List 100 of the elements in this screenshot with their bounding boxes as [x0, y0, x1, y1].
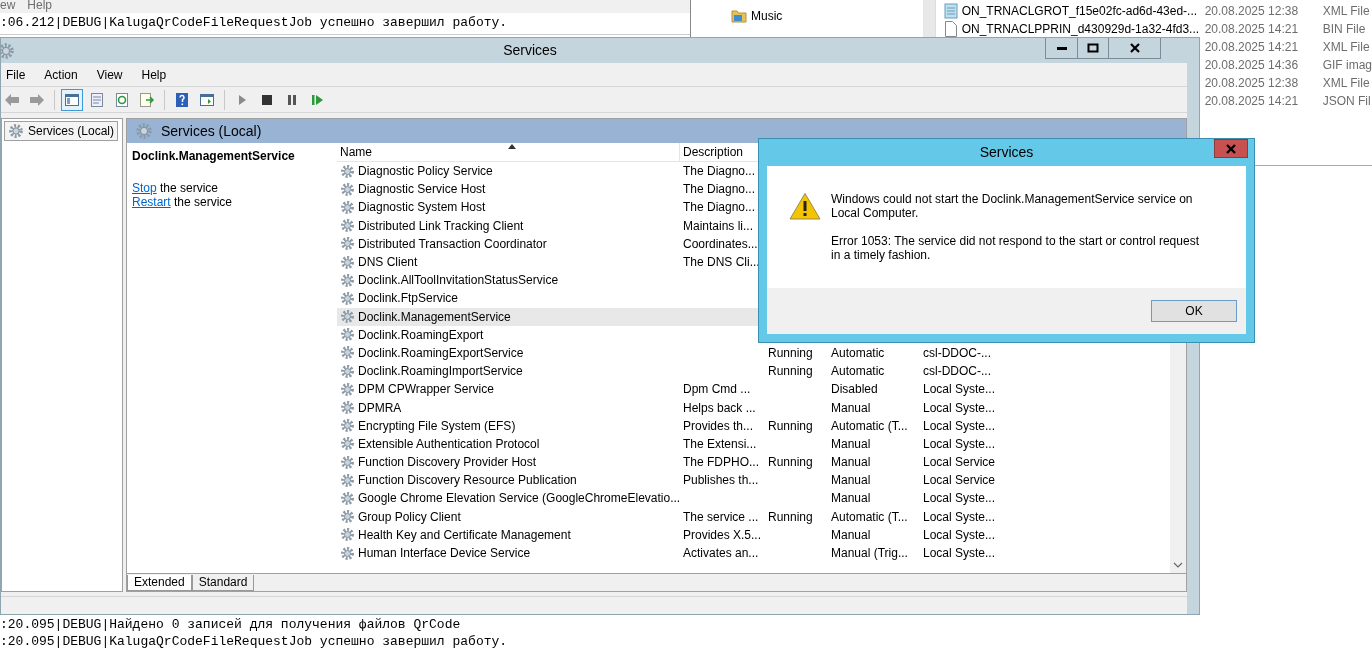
service-row[interactable]: Group Policy Client The service ... Running Automatic (T... Local Syste... [337, 507, 1169, 526]
service-name: Doclink.RoamingImportService [358, 363, 523, 381]
service-name: Group Policy Client [358, 508, 461, 526]
warning-icon [789, 192, 821, 220]
table-cell: Local Service [923, 473, 996, 488]
service-row[interactable]: Doclink.RoamingExport [337, 325, 1169, 344]
menu-item[interactable]: Help [136, 65, 175, 84]
file-date: 20.08.2025 14:21 [1204, 22, 1300, 36]
pane-icon [199, 91, 215, 108]
pane-button[interactable] [61, 88, 83, 111]
table-cell: The Diagno... [683, 182, 756, 197]
gear-icon [340, 272, 355, 288]
view-tab[interactable]: Extended [127, 575, 192, 591]
menu-item[interactable]: Help [27, 0, 53, 13]
table-cell: Dpm Cmd ... [683, 382, 751, 397]
file-date: 20.08.2025 14:36 [1204, 58, 1300, 72]
service-name: Diagnostic Policy Service [358, 163, 493, 181]
file-name[interactable]: ON_TRNACLPPRIN_d430929d-1a32-4fd3... [961, 22, 1200, 36]
gear-icon [340, 454, 355, 470]
gear-icon [340, 290, 355, 306]
action-link[interactable]: Restart [132, 195, 171, 209]
table-cell: Local Service [923, 455, 996, 470]
table-cell: Manual [831, 473, 871, 488]
table-cell: Automatic (T... [831, 418, 908, 433]
service-row[interactable]: Human Interface Device Service Activates an... Manual (Trig... Local Syste... [337, 543, 1169, 563]
menu-item[interactable]: Action [39, 65, 86, 84]
service-row[interactable]: Health Key and Certificate Management Provides X.5... Manual Local Syste... [337, 525, 1169, 544]
gear-icon [340, 199, 355, 215]
view-tab[interactable]: Standard [191, 575, 255, 591]
forward-arrow-icon [29, 91, 45, 108]
table-cell: Local Syste... [923, 527, 996, 542]
service-name: Doclink.FtpService [358, 290, 459, 308]
service-row[interactable]: Function Discovery Resource Publication Publishes th... Manual Local Service [337, 471, 1169, 490]
gear-icon [340, 472, 355, 488]
table-cell: Disabled [831, 382, 878, 397]
service-row[interactable]: Doclink.AllToolInvitationStatusService [337, 271, 1169, 290]
menu-item[interactable]: View [91, 65, 131, 84]
export-icon [139, 91, 155, 108]
gear-icon [340, 527, 355, 543]
menu-item[interactable]: ew [0, 0, 16, 13]
table-cell: Local Syste... [923, 491, 996, 506]
service-row[interactable]: Extensible Authentication Protocol The Extensi... Manual Local Syste... [337, 434, 1169, 453]
table-cell: The service ... [683, 509, 759, 524]
gear-icon [340, 163, 355, 179]
service-row[interactable]: Function Discovery Provider Host The FDPHO... Running Manual Local Service [337, 453, 1169, 472]
column-header[interactable]: Name [337, 143, 680, 162]
table-cell: Local Syste... [923, 400, 996, 415]
service-row[interactable]: Google Chrome Elevation Service (GoogleChromeElevatio... Manual Local Syste... [337, 489, 1169, 508]
tree-item[interactable]: Services (Local) [4, 121, 119, 141]
service-name: Distributed Transaction Coordinator [358, 235, 547, 253]
gear-icon [340, 345, 355, 361]
gear-icon [340, 254, 355, 270]
service-name: Extensible Authentication Protocol [358, 435, 540, 453]
table-cell: Running [768, 509, 813, 524]
file-date: 20.08.2025 12:38 [1204, 76, 1300, 90]
service-name: Doclink.ManagementService [358, 308, 511, 326]
service-row[interactable]: Doclink.RoamingImportService Running Automatic csl-DDOC-... [337, 362, 1169, 381]
minimize-icon [1056, 46, 1067, 50]
service-name: Doclink.RoamingExportService [358, 344, 524, 362]
gear-icon [340, 218, 355, 234]
help-icon [174, 91, 190, 108]
pane-icon [64, 91, 80, 108]
service-row[interactable]: Diagnostic Policy Service The Diagno... [337, 162, 1169, 181]
action-text: the service [159, 181, 219, 195]
service-row[interactable]: Encrypting File System (EFS) Provides th... Running Automatic (T... Local Syste... [337, 416, 1169, 435]
service-row[interactable]: Doclink.RoamingExportService Running Automatic csl-DDOC-... [337, 343, 1169, 363]
file-type: BIN File [1322, 22, 1366, 36]
table-cell: Automatic (T... [831, 509, 908, 524]
file-date: 20.08.2025 14:21 [1204, 40, 1300, 54]
service-name: Diagnostic Service Host [358, 181, 486, 199]
service-row[interactable]: DPM CPWrapper Service Dpm Cmd ... Disabled Local Syste... [337, 380, 1169, 399]
service-name: Doclink.RoamingExport [358, 326, 484, 344]
service-name: Google Chrome Elevation Service (GoogleChromeElevatio... [358, 490, 681, 508]
close-icon [1128, 43, 1141, 53]
table-cell: Helps back ... [683, 400, 756, 415]
table-cell: The Extensi... [683, 436, 757, 451]
service-row[interactable]: DPMRA Helps back ... Manual Local Syste... [337, 398, 1169, 417]
file-date: 20.08.2025 14:21 [1204, 94, 1300, 108]
table-cell: Manual (Trig... [831, 546, 908, 561]
service-name: Doclink.AllToolInvitationStatusService [358, 272, 559, 290]
service-name: Encrypting File System (EFS) [358, 417, 516, 435]
file-icon [943, 3, 958, 19]
dialog-message: Error 1053: The service did not respond to the start or control request in a timely fashion. [831, 234, 1200, 262]
table-cell: The DNS Cli... [683, 255, 760, 270]
file-type: XML File [1322, 76, 1370, 90]
table-cell: Manual [831, 527, 871, 542]
table-cell: The Diagno... [683, 164, 756, 179]
table-cell: Local Syste... [923, 436, 996, 451]
log-line: :20.095|DEBUG|KalugaQrCodeFileRequestJob успешно завершил работу. [0, 633, 509, 650]
table-cell: Running [768, 418, 813, 433]
action-link[interactable]: Stop [132, 181, 157, 195]
service-name: Function Discovery Resource Publication [358, 472, 577, 490]
gear-icon [135, 122, 153, 140]
sort-arrow-icon [508, 143, 516, 149]
ok-button[interactable]: OK [1151, 300, 1237, 322]
table-cell: Publishes th... [683, 473, 759, 488]
table-cell: Manual [831, 491, 871, 506]
menu-item[interactable]: File [1, 65, 34, 84]
table-cell: Maintains li... [683, 218, 754, 233]
table-cell: The FDPHO... [683, 455, 759, 470]
